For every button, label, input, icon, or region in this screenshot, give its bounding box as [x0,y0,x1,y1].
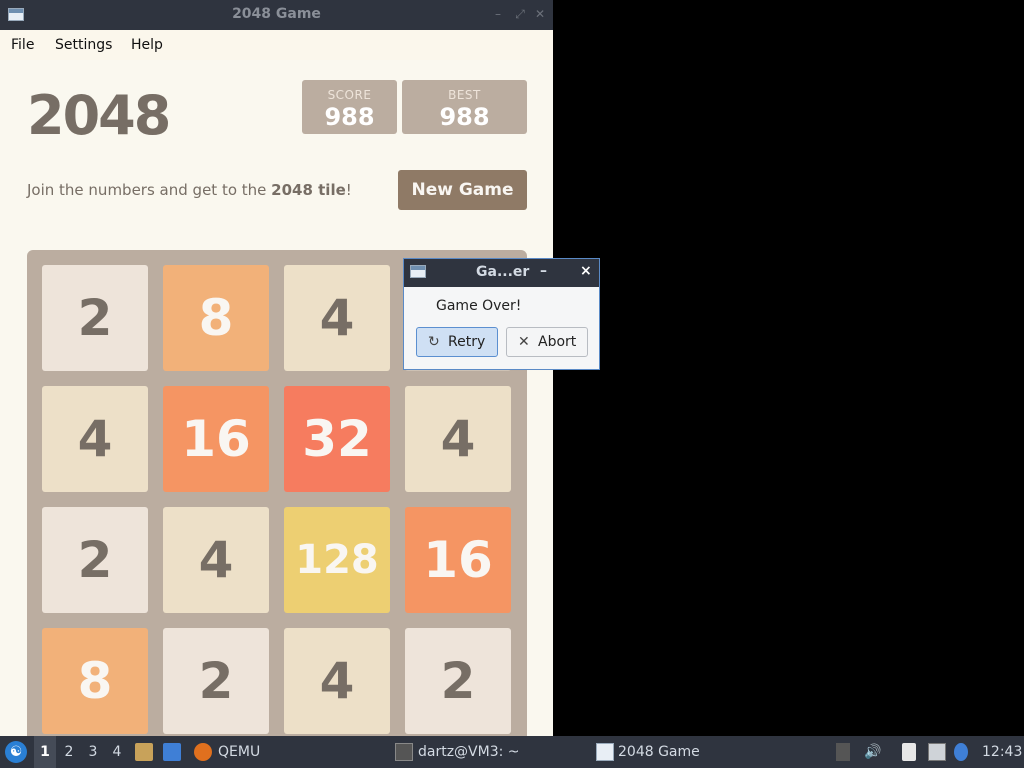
workspace-1[interactable]: 1 [34,736,56,768]
tile: 32 [284,386,390,492]
tile: 4 [284,628,390,734]
menubar: File Settings Help [0,30,553,60]
workspace-3[interactable]: 3 [82,736,104,768]
tile: 2 [42,507,148,613]
dialog-titlebar[interactable]: Ga...er – × [404,259,599,287]
clock: 12:43 [982,744,1023,760]
tile: 2 [42,265,148,371]
update-notifier-icon[interactable] [954,743,968,761]
game-window-icon [596,743,614,761]
score-box: SCORE 988 [302,80,397,134]
tile: 128 [284,507,390,613]
game-title: 2048 [27,84,171,147]
best-box: BEST 988 [402,80,527,134]
window-title: 2048 Game [232,6,321,22]
network-icon[interactable] [928,743,946,761]
dialog-title: Ga...er [476,264,530,280]
best-value: 988 [439,103,490,131]
workspace-2[interactable]: 2 [58,736,80,768]
tile: 4 [42,386,148,492]
clipboard-icon[interactable] [902,743,916,761]
taskbar: ☯ 1 2 3 4 QEMU dartz@VM3: ~ 2048 Game 🔊 … [0,736,1024,768]
tile: 16 [405,507,511,613]
retry-label: Retry [448,334,486,350]
retry-button[interactable]: ↻ Retry [416,327,498,357]
task-qemu[interactable]: QEMU [218,736,260,768]
menu-help[interactable]: Help [131,37,163,53]
close-icon[interactable]: ✕ [533,7,547,21]
game-over-dialog: Ga...er – × Game Over! ↻ Retry ✕ Abort [403,258,600,370]
dialog-minimize-icon[interactable]: – [540,263,547,279]
tile: 2 [163,628,269,734]
close-x-icon: ✕ [518,334,530,350]
dialog-close-icon[interactable]: × [580,263,592,279]
start-menu-icon[interactable]: ☯ [5,741,27,763]
tile: 16 [163,386,269,492]
menu-settings[interactable]: Settings [55,37,112,53]
score-value: 988 [324,103,375,131]
tile: 4 [284,265,390,371]
tile: 8 [42,628,148,734]
intro-prefix: Join the numbers and get to the [27,181,272,199]
volume-icon[interactable]: 🔊 [864,743,882,761]
dialog-app-icon [410,265,426,278]
tray-up-arrow-icon[interactable] [836,743,850,761]
file-manager-icon[interactable] [135,743,153,761]
tile: 2 [405,628,511,734]
task-2048-game[interactable]: 2048 Game [618,736,700,768]
intro-bold: 2048 tile [271,181,346,199]
best-label: BEST [448,88,481,102]
qemu-icon[interactable] [194,743,212,761]
menu-file[interactable]: File [11,37,34,53]
dialog-message: Game Over! [436,298,522,314]
new-game-button[interactable]: New Game [398,170,527,210]
task-terminal[interactable]: dartz@VM3: ~ [418,736,520,768]
tile: 4 [405,386,511,492]
minimize-icon[interactable]: – [491,7,505,21]
show-desktop-icon[interactable] [163,743,181,761]
intro-suffix: ! [345,181,352,199]
tile: 8 [163,265,269,371]
refresh-icon: ↻ [428,334,440,350]
window-titlebar[interactable]: 2048 Game – ⤢ ✕ [0,0,553,30]
score-label: SCORE [327,88,372,102]
workspace-4[interactable]: 4 [106,736,128,768]
abort-label: Abort [538,334,577,350]
terminal-icon [395,743,413,761]
maximize-icon[interactable]: ⤢ [513,7,527,21]
abort-button[interactable]: ✕ Abort [506,327,588,357]
intro-text: Join the numbers and get to the 2048 til… [27,181,352,199]
tile: 4 [163,507,269,613]
